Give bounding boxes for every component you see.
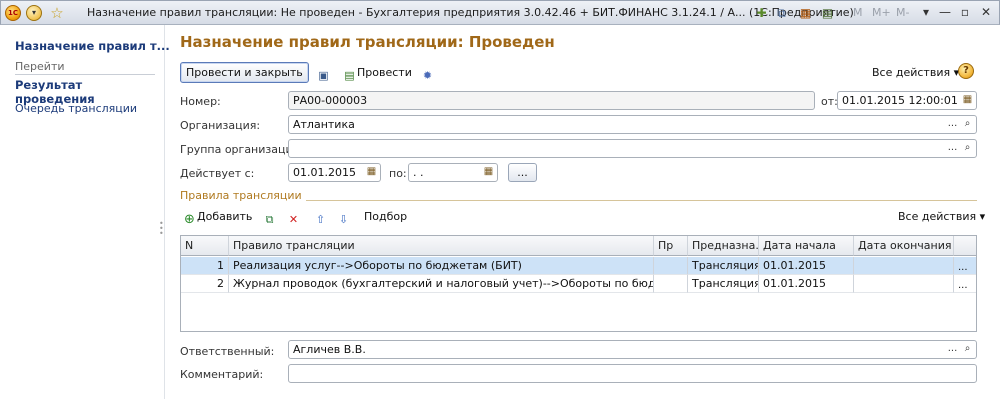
post-icon: ▤: [344, 69, 355, 82]
row-end-date[interactable]: [854, 275, 954, 293]
navigation-panel: Назначение правил т... Перейти Результат…: [0, 25, 170, 399]
maximize-button[interactable]: ▫: [956, 4, 974, 21]
period-select-button[interactable]: ...: [508, 163, 537, 182]
date-value: 01.01.2015 12:00:01: [842, 94, 958, 107]
date-label: от:: [821, 95, 838, 108]
valid-from-label: Действует с:: [180, 167, 255, 180]
valid-from-field[interactable]: 01.01.2015 ▦: [288, 163, 381, 182]
calendar-icon[interactable]: ▦: [960, 92, 975, 109]
table-row[interactable]: 2 Журнал проводок (бухгалтерский и налог…: [181, 275, 976, 293]
all-actions-menu[interactable]: Все действия ▾: [872, 63, 959, 83]
post-button[interactable]: ▤ Провести: [342, 63, 412, 83]
memory-m-button[interactable]: M: [853, 6, 863, 19]
column-header-purpose[interactable]: Предназна...: [688, 236, 759, 256]
group-label: Группа организаций:: [180, 143, 304, 156]
save-icon[interactable]: ▣: [316, 63, 331, 83]
delete-icon[interactable]: ✕: [286, 207, 301, 227]
calculator-icon[interactable]: ▤: [819, 5, 836, 21]
row-purpose[interactable]: Трансляция: [688, 257, 759, 275]
minimize-button[interactable]: —: [936, 4, 954, 21]
row-rule[interactable]: Реализация услуг-->Обороты по бюджетам (…: [229, 257, 654, 275]
post-button-label: Провести: [357, 66, 412, 79]
column-header-extra: [954, 236, 976, 256]
nav-item-translation-queue[interactable]: Очередь трансляции: [15, 102, 137, 115]
number-label: Номер:: [180, 95, 221, 108]
number-field[interactable]: РА00-000003: [288, 91, 815, 110]
calendar-icon[interactable]: ▦: [797, 5, 814, 21]
row-end-date[interactable]: [854, 257, 954, 275]
form-title: Назначение правил трансляции: Проведен: [180, 33, 555, 51]
column-header-end-date[interactable]: Дата окончания: [854, 236, 954, 256]
favorites-star-icon[interactable]: ☆: [48, 4, 66, 22]
column-header-pr[interactable]: Пр: [654, 236, 688, 256]
org-select-button[interactable]: ...: [945, 116, 960, 133]
window-menu-button[interactable]: ▾: [917, 4, 935, 21]
org-field[interactable]: Атлантика ... ⌕: [288, 115, 977, 134]
nav-form-title[interactable]: Назначение правил т...: [15, 39, 170, 53]
calendar-icon[interactable]: ▦: [364, 164, 379, 181]
copy-row-icon[interactable]: ⧉: [262, 207, 277, 227]
valid-to-label: по:: [389, 167, 407, 180]
rules-section-title: Правила трансляции: [180, 189, 306, 202]
valid-to-field[interactable]: . . ▦: [408, 163, 498, 182]
responsible-label: Ответственный:: [180, 345, 275, 358]
table-row[interactable]: 1 Реализация услуг-->Обороты по бюджетам…: [181, 257, 976, 275]
add-rule-label: Добавить: [197, 210, 253, 223]
memory-mminus-button[interactable]: M-: [896, 6, 909, 19]
window-titlebar: 1С ▾ ☆ Назначение правил трансляции: Не …: [0, 0, 1000, 25]
memory-mplus-button[interactable]: M+: [872, 6, 891, 19]
valid-from-value: 01.01.2015: [293, 166, 356, 179]
close-button[interactable]: ✕: [977, 4, 995, 21]
group-select-button[interactable]: ...: [945, 140, 960, 157]
row-rule[interactable]: Журнал проводок (бухгалтерский и налогов…: [229, 275, 654, 293]
add-favorite-icon[interactable]: ✚: [753, 5, 770, 21]
add-rule-button[interactable]: ⊕ Добавить: [182, 207, 252, 227]
move-up-icon[interactable]: ⇧: [313, 207, 328, 227]
row-number: 1: [181, 257, 229, 275]
row-purpose[interactable]: Трансляция: [688, 275, 759, 293]
org-label: Организация:: [180, 119, 261, 132]
org-value: Атлантика: [293, 118, 355, 131]
comment-field[interactable]: [288, 364, 977, 383]
column-header-start-date[interactable]: Дата начала: [759, 236, 854, 256]
add-icon: ⊕: [184, 212, 195, 227]
responsible-select-button[interactable]: ...: [945, 341, 960, 358]
window-title: Назначение правил трансляции: Не проведе…: [87, 6, 854, 19]
1c-logo-icon[interactable]: 1С: [5, 5, 21, 21]
lightbulb-icon[interactable]: ✹: [420, 63, 435, 83]
post-and-close-button[interactable]: Провести и закрыть: [180, 62, 309, 83]
row-start-date[interactable]: 01.01.2015: [759, 275, 854, 293]
valid-to-value: . .: [413, 166, 424, 179]
responsible-field[interactable]: Агличев В.В. ... ⌕: [288, 340, 977, 359]
row-number: 2: [181, 275, 229, 293]
column-header-n[interactable]: N: [181, 236, 229, 256]
calendar-icon[interactable]: ▦: [481, 164, 496, 181]
rules-table[interactable]: N Правило трансляции Пр Предназна... Дат…: [180, 235, 977, 332]
row-pr[interactable]: [654, 275, 688, 293]
main-menu-icon[interactable]: ▾: [26, 5, 42, 21]
column-header-rule[interactable]: Правило трансляции: [229, 236, 654, 256]
search-icon[interactable]: ⌕: [960, 116, 975, 133]
group-field[interactable]: ... ⌕: [288, 139, 977, 158]
link-icon[interactable]: ⧉: [773, 5, 790, 21]
row-open-button[interactable]: ...: [954, 257, 976, 275]
rules-all-actions-menu[interactable]: Все действия ▾: [898, 207, 985, 227]
help-icon[interactable]: ?: [958, 63, 974, 79]
row-start-date[interactable]: 01.01.2015: [759, 257, 854, 275]
search-icon[interactable]: ⌕: [960, 341, 975, 358]
move-down-icon[interactable]: ⇩: [336, 207, 351, 227]
search-icon[interactable]: ⌕: [960, 140, 975, 157]
comment-label: Комментарий:: [180, 368, 264, 381]
nav-goto-header: Перейти: [15, 60, 155, 75]
panel-splitter-handle[interactable]: • • •: [159, 220, 164, 243]
row-pr[interactable]: [654, 257, 688, 275]
responsible-value: Агличев В.В.: [293, 343, 366, 356]
select-button[interactable]: Подбор: [364, 207, 407, 227]
date-field[interactable]: 01.01.2015 12:00:01 ▦: [837, 91, 977, 110]
row-open-button[interactable]: ...: [954, 275, 976, 293]
